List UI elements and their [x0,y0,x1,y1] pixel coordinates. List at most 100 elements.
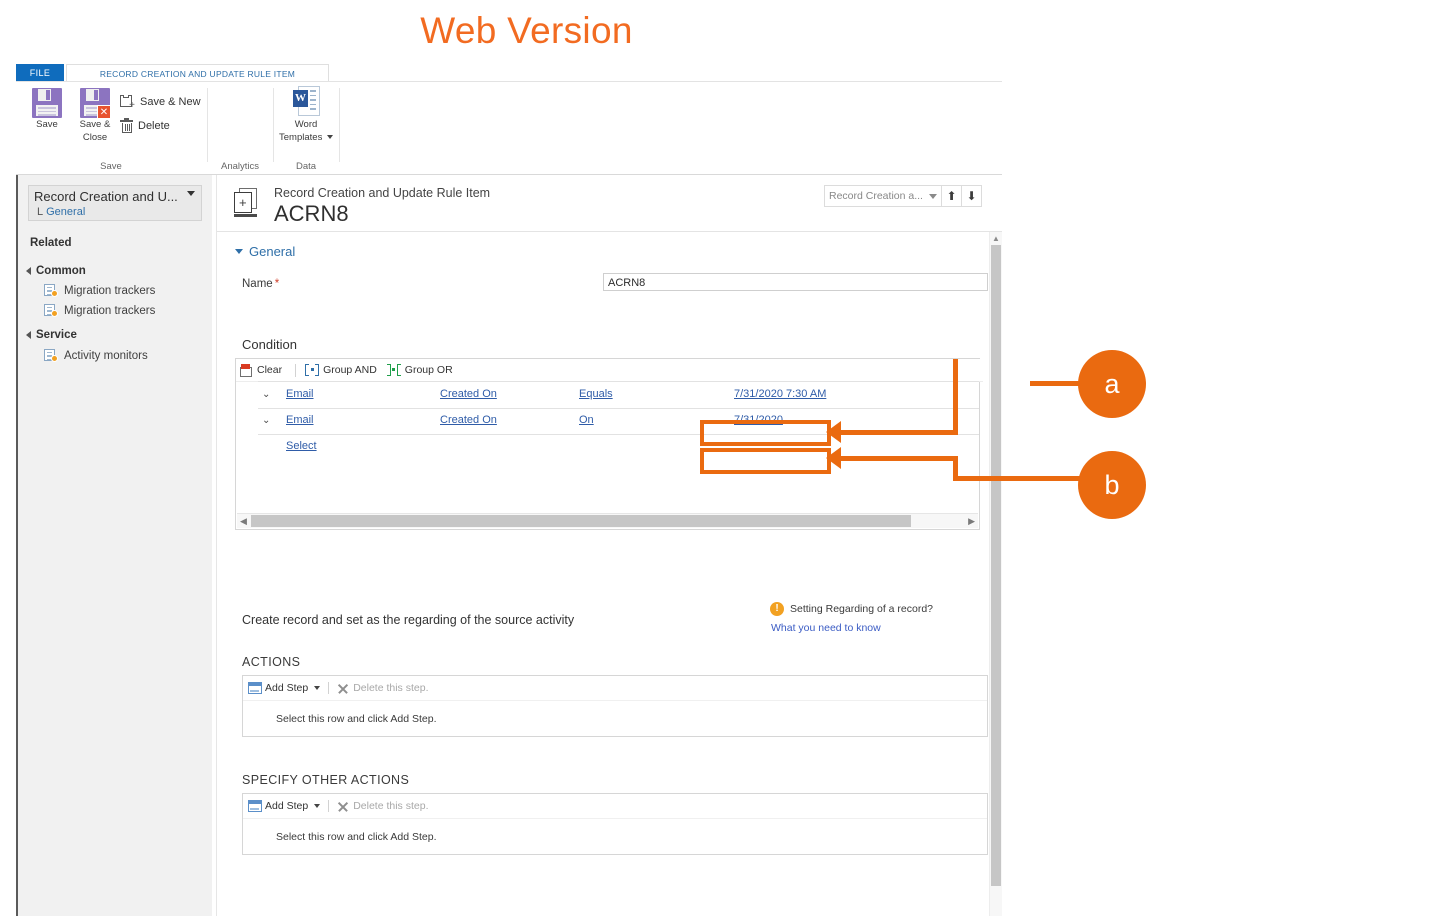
select-link[interactable]: Select [286,440,317,452]
condition-operator[interactable]: Equals [579,388,613,400]
sidebar-item-label: Migration trackers [64,284,156,297]
save-close-icon: ✕ [80,88,111,119]
add-step-icon [248,682,262,694]
record-title: ACRN8 [274,201,349,226]
chevron-down-icon[interactable]: ⌄ [262,389,270,400]
sidebar-item-migration-trackers-1[interactable]: Migration trackers [44,284,155,297]
add-step-button[interactable]: Add Step [248,682,321,694]
scroll-left-arrow-icon[interactable]: ◀ [240,515,247,527]
related-header: Related [30,237,72,249]
delete-step-label: Delete this step. [353,800,429,812]
clear-label: Clear [257,364,283,376]
add-step-label: Add Step [265,682,309,694]
previous-record-button[interactable]: ⬆ [942,185,962,207]
table-row-select[interactable]: Select [258,434,979,460]
other-actions-header: SPECIFY OTHER ACTIONS [242,773,410,787]
ribbon-separator-3 [339,88,340,162]
callout-label-b: b [1104,469,1120,500]
ribbon-tabstrip: FILE RECORD CREATION AND UPDATE RULE ITE… [16,64,1002,82]
clear-icon [240,363,253,377]
other-actions-step-box: Add Step Delete this step. Select this r… [242,793,988,855]
form-selector-group: Record Creation a... ⬆ ⬇ [824,185,982,207]
toolbar-divider [295,363,297,377]
new-record-icon: + [234,188,264,218]
chevron-down-icon[interactable] [314,804,321,808]
form-header: + Record Creation and Update Rule Item A… [217,175,1002,232]
grid-horizontal-scrollbar[interactable]: ◀ ▶ [237,513,978,528]
clear-button[interactable]: Clear [240,363,283,377]
name-input[interactable]: ACRN8 [603,273,988,291]
chevron-down-icon [326,134,333,139]
chevron-down-icon[interactable] [187,191,195,196]
create-record-text: Create record and set as the regarding o… [242,613,575,627]
tab-record-creation-and-update-rule-item[interactable]: RECORD CREATION AND UPDATE RULE ITEM [66,64,329,82]
chevron-down-icon[interactable]: ⌄ [262,415,270,426]
next-record-button[interactable]: ⬇ [962,185,982,207]
ribbon-group-label-save: Save [100,161,122,172]
condition-operator[interactable]: On [579,414,594,426]
scroll-right-arrow-icon[interactable]: ▶ [968,515,975,527]
condition-entity[interactable]: Email [286,414,314,426]
delete-step-button[interactable]: Delete this step. [337,682,428,694]
alert-icon: ! [770,602,784,616]
dynamics-crm-window: FILE RECORD CREATION AND UPDATE RULE ITE… [16,64,1002,916]
scroll-up-arrow-icon[interactable]: ▲ [990,234,1002,243]
group-and-label: Group AND [323,364,377,376]
add-step-icon [248,800,262,812]
slide-title: Web Version [420,10,633,51]
word-templates-button[interactable]: W Word Templates [274,86,338,143]
condition-label: Condition [242,337,297,352]
collapse-triangle-icon [235,249,243,254]
add-step-label: Add Step [265,800,309,812]
table-row[interactable]: ⌄ Email Created On On 7/31/2020 [258,408,979,435]
delete-button[interactable]: Delete [120,116,170,136]
entity-name: Record Creation and Update Rule Item [274,186,491,200]
info-link[interactable]: What you need to know [771,622,933,634]
chevron-down-icon [929,193,937,199]
save-and-new-button[interactable]: + Save & New [120,92,201,112]
record-form: + Record Creation and Update Rule Item A… [216,175,1002,916]
delete-label: Delete [138,120,170,132]
condition-field[interactable]: Created On [440,414,497,426]
form-selector[interactable]: Record Creation a... [824,185,942,207]
section-general-label: General [249,244,296,259]
entity-icon [44,284,58,297]
save-and-close-button[interactable]: ✕ Save & Close [72,88,118,143]
condition-grid-toolbar: Clear Group AND Group OR [236,359,983,382]
form-vertical-scrollbar[interactable]: ▲ [989,232,1002,916]
sidebar-item-migration-trackers-2[interactable]: Migration trackers [44,304,155,317]
form-selector-value: Record Creation a... [829,190,923,202]
actions-header: ACTIONS [242,655,301,669]
condition-entity[interactable]: Email [286,388,314,400]
scrollbar-thumb[interactable] [251,515,911,527]
close-icon [337,683,348,694]
delete-step-button[interactable]: Delete this step. [337,800,428,812]
condition-value[interactable]: 7/31/2020 7:30 AM [734,388,826,400]
ribbon-group-analytics: Analytics [208,82,272,174]
condition-grid: Clear Group AND Group OR ⌄ Email Created… [235,358,983,530]
table-row[interactable]: ⌄ Email Created On Equals 7/31/2020 7:30… [258,382,979,409]
name-field-label: Name * [242,278,280,290]
record-selector[interactable]: Record Creation and U... L General [28,185,202,221]
toolbar-divider [328,682,330,694]
sidebar-group-service[interactable]: Service [26,329,77,341]
connector-a-bubble-stem [1030,381,1088,386]
condition-field[interactable]: Created On [440,388,497,400]
group-or-button[interactable]: Group OR [386,364,453,376]
sidebar-group-common[interactable]: Common [26,265,86,277]
callout-bubble-b: b [1078,451,1146,519]
sidebar-item-activity-monitors[interactable]: Activity monitors [44,349,148,362]
add-step-button[interactable]: Add Step [248,800,321,812]
tab-file[interactable]: FILE [16,64,64,82]
step-hint: Select this row and click Add Step. [276,713,437,725]
scrollbar-thumb[interactable] [991,245,1001,886]
condition-value[interactable]: 7/31/2020 [734,414,783,426]
save-button[interactable]: Save [24,88,70,131]
chevron-down-icon[interactable] [314,686,321,690]
section-general-header[interactable]: General [235,244,295,259]
group-and-button[interactable]: Group AND [305,364,377,376]
entity-icon [44,349,58,362]
required-marker: * [274,278,280,290]
ribbon-group-label-analytics: Analytics [220,161,259,172]
word-templates-label-line1: Word [294,119,318,130]
